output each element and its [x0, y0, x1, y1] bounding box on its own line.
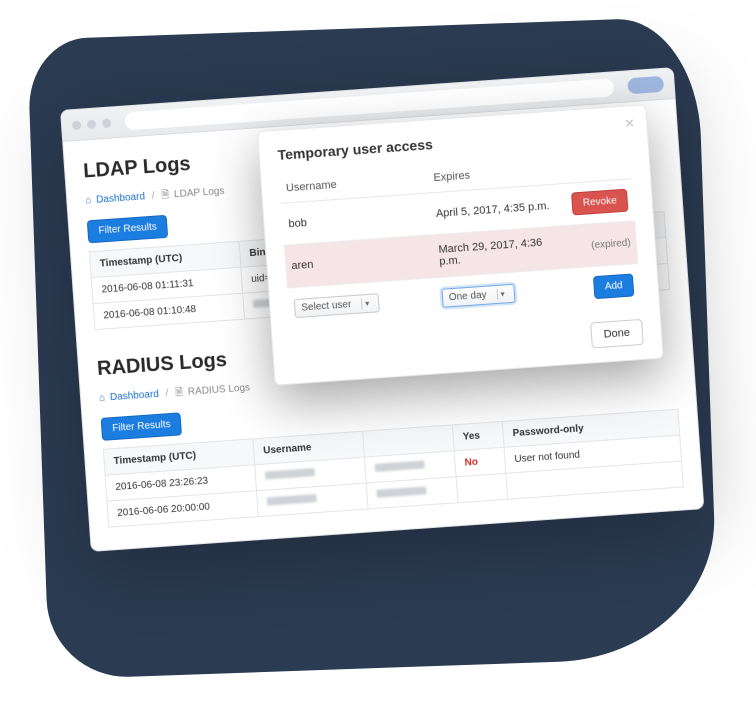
document-icon: 🗎	[175, 387, 184, 399]
redacted	[267, 494, 317, 505]
radius-table: Timestamp (UTC) Username Yes Password-on…	[103, 409, 684, 528]
select-user-label: Select user	[301, 299, 352, 313]
done-button[interactable]: Done	[590, 319, 644, 349]
radius-th-ok: Yes	[452, 421, 504, 450]
access-table: Username Expires bob April 5, 2017, 4:35…	[279, 150, 641, 329]
redacted	[265, 468, 315, 479]
document-icon: 🗎	[161, 190, 170, 202]
expired-label: (expired)	[565, 221, 638, 269]
radius-cell-c	[366, 477, 458, 509]
temporary-access-modal: × Temporary user access Username Expires…	[257, 104, 664, 386]
close-icon[interactable]: ×	[624, 116, 634, 133]
redacted	[376, 486, 426, 497]
chevron-down-icon: ▾	[361, 298, 373, 310]
crumb-sep: /	[165, 388, 169, 399]
select-duration-dropdown[interactable]: One day ▾	[441, 284, 515, 308]
crumb-current: LDAP Logs	[174, 186, 225, 200]
chevron-down-icon: ▾	[496, 288, 508, 300]
radius-cell-d	[456, 473, 508, 502]
crumb-sep: /	[151, 191, 155, 202]
add-button[interactable]: Add	[593, 273, 634, 299]
home-icon: ⌂	[85, 195, 92, 206]
window-dot-close[interactable]	[72, 120, 82, 130]
crumb-current: RADIUS Logs	[188, 382, 251, 397]
select-duration-label: One day	[448, 290, 486, 304]
window-dot-min[interactable]	[87, 119, 97, 129]
crumb-dashboard[interactable]: Dashboard	[110, 389, 160, 403]
home-icon: ⌂	[99, 393, 106, 404]
radius-filter-button[interactable]: Filter Results	[101, 412, 183, 441]
radius-cell-no: No	[454, 447, 506, 476]
ldap-filter-button[interactable]: Filter Results	[87, 215, 169, 244]
window-dot-max[interactable]	[102, 118, 112, 128]
titlebar-action[interactable]	[627, 76, 664, 94]
redacted	[374, 460, 424, 471]
crumb-dashboard[interactable]: Dashboard	[96, 191, 146, 205]
select-user-dropdown[interactable]: Select user ▾	[294, 293, 380, 318]
revoke-button[interactable]: Revoke	[571, 189, 628, 216]
